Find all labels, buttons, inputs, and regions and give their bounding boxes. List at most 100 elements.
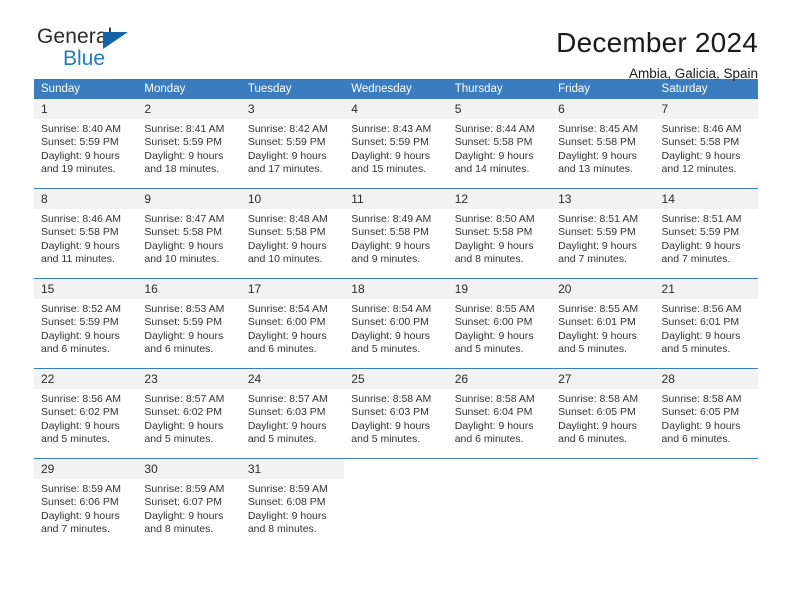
day-number: 22 — [34, 369, 138, 389]
day-number: 18 — [344, 279, 448, 299]
calendar-day-cell[interactable]: 30 Sunrise: 8:59 AM Sunset: 6:07 PM Dayligh… — [137, 458, 241, 548]
sunset-text: Sunset: 6:01 PM — [558, 316, 636, 329]
day-details: Sunrise: 8:59 AM Sunset: 6:06 PM Daylight:… — [34, 479, 137, 536]
calendar-week-row: 22 Sunrise: 8:56 AM Sunset: 6:02 PM Dayligh… — [34, 368, 758, 459]
calendar-day-cell[interactable]: 4 Sunrise: 8:43 AM Sunset: 5:59 PM Daylight… — [344, 99, 448, 189]
day-number: 13 — [551, 189, 655, 209]
day-details: Sunrise: 8:58 AM Sunset: 6:05 PM Daylight:… — [551, 389, 654, 446]
daylight-text: Daylight: 9 hours and 10 minutes. — [247, 239, 327, 265]
calendar-day-cell[interactable]: 17 Sunrise: 8:54 AM Sunset: 6:00 PM Dayligh… — [240, 278, 345, 369]
day-number: 3 — [240, 99, 345, 119]
calendar-day-cell[interactable]: 5 Sunrise: 8:44 AM Sunset: 5:58 PM Daylight… — [447, 99, 552, 189]
daylight-text: Daylight: 9 hours and 8 minutes. — [144, 509, 224, 535]
calendar-day-cell[interactable]: 11 Sunrise: 8:49 AM Sunset: 5:58 PM Dayligh… — [344, 188, 448, 279]
day-details: Sunrise: 8:58 AM Sunset: 6:05 PM Daylight:… — [655, 389, 758, 446]
sunset-text: Sunset: 6:06 PM — [41, 496, 119, 509]
weekday-header-thursday: Thursday — [447, 79, 552, 99]
daylight-text: Daylight: 9 hours and 7 minutes. — [558, 239, 637, 265]
day-number: 4 — [344, 99, 448, 119]
weekday-header-monday: Monday — [137, 79, 241, 99]
calendar-day-cell-empty — [551, 458, 655, 548]
calendar-day-cell[interactable]: 23 Sunrise: 8:57 AM Sunset: 6:02 PM Dayligh… — [137, 368, 241, 459]
daylight-text: Daylight: 9 hours and 6 minutes. — [558, 419, 637, 445]
sunrise-text: Sunrise: 8:59 AM — [144, 483, 225, 495]
daylight-text: Daylight: 9 hours and 5 minutes. — [351, 329, 431, 355]
calendar-day-cell[interactable]: 27 Sunrise: 8:58 AM Sunset: 6:05 PM Dayligh… — [551, 368, 655, 459]
day-details: Sunrise: 8:51 AM Sunset: 5:59 PM Daylight:… — [655, 209, 758, 266]
daylight-text: Daylight: 9 hours and 8 minutes. — [247, 509, 327, 535]
sunset-text: Sunset: 5:59 PM — [558, 226, 636, 239]
sunrise-text: Sunrise: 8:59 AM — [247, 483, 328, 495]
daylight-text: Daylight: 9 hours and 18 minutes. — [144, 149, 224, 175]
sunset-text: Sunset: 5:59 PM — [247, 136, 326, 149]
calendar-day-cell[interactable]: 29 Sunrise: 8:59 AM Sunset: 6:06 PM Dayligh… — [34, 458, 138, 548]
calendar-day-cell[interactable]: 10 Sunrise: 8:48 AM Sunset: 5:58 PM Dayligh… — [240, 188, 345, 279]
daylight-text: Daylight: 9 hours and 5 minutes. — [661, 329, 741, 355]
calendar-week-row: 29 Sunrise: 8:59 AM Sunset: 6:06 PM Dayligh… — [34, 458, 758, 548]
general-blue-logo[interactable]: General Blue — [34, 26, 147, 72]
sunset-text: Sunset: 5:58 PM — [661, 136, 740, 149]
calendar-day-cell[interactable]: 3 Sunrise: 8:42 AM Sunset: 5:59 PM Daylight… — [240, 99, 345, 189]
calendar-day-cell[interactable]: 6 Sunrise: 8:45 AM Sunset: 5:58 PM Daylight… — [551, 99, 655, 189]
daylight-text: Daylight: 9 hours and 7 minutes. — [41, 509, 120, 535]
sunset-text: Sunset: 5:58 PM — [454, 226, 533, 239]
sunset-text: Sunset: 5:58 PM — [144, 226, 223, 239]
sunset-text: Sunset: 5:59 PM — [41, 136, 119, 149]
calendar-day-cell[interactable]: 28 Sunrise: 8:58 AM Sunset: 6:05 PM Dayligh… — [654, 368, 758, 459]
sunrise-text: Sunrise: 8:51 AM — [661, 213, 742, 225]
sunrise-text: Sunrise: 8:58 AM — [351, 393, 432, 405]
day-details: Sunrise: 8:52 AM Sunset: 5:59 PM Daylight:… — [34, 299, 137, 356]
sunrise-text: Sunrise: 8:56 AM — [661, 303, 742, 315]
daylight-text: Daylight: 9 hours and 5 minutes. — [351, 419, 431, 445]
day-details — [448, 479, 551, 483]
sunrise-text: Sunrise: 8:53 AM — [144, 303, 225, 315]
calendar-day-cell[interactable]: 16 Sunrise: 8:53 AM Sunset: 5:59 PM Dayligh… — [137, 278, 241, 369]
calendar-day-cell[interactable]: 19 Sunrise: 8:55 AM Sunset: 6:00 PM Dayligh… — [447, 278, 552, 369]
sunrise-text: Sunrise: 8:54 AM — [247, 303, 328, 315]
sunrise-text: Sunrise: 8:48 AM — [247, 213, 328, 225]
calendar-day-cell[interactable]: 12 Sunrise: 8:50 AM Sunset: 5:58 PM Dayligh… — [447, 188, 552, 279]
day-number: 6 — [551, 99, 655, 119]
calendar-day-cell[interactable]: 25 Sunrise: 8:58 AM Sunset: 6:03 PM Dayligh… — [344, 368, 448, 459]
sunrise-text: Sunrise: 8:58 AM — [454, 393, 535, 405]
day-number: 30 — [137, 459, 241, 479]
day-details: Sunrise: 8:56 AM Sunset: 6:01 PM Daylight:… — [655, 299, 758, 356]
sunrise-text: Sunrise: 8:58 AM — [661, 393, 742, 405]
sunrise-text: Sunrise: 8:55 AM — [558, 303, 639, 315]
sunset-text: Sunset: 5:59 PM — [41, 316, 119, 329]
day-details — [551, 479, 654, 483]
calendar-day-cell[interactable]: 20 Sunrise: 8:55 AM Sunset: 6:01 PM Dayligh… — [551, 278, 655, 369]
daylight-text: Daylight: 9 hours and 9 minutes. — [351, 239, 431, 265]
calendar-day-cell[interactable]: 14 Sunrise: 8:51 AM Sunset: 5:59 PM Dayligh… — [654, 188, 758, 279]
calendar-day-cell[interactable]: 2 Sunrise: 8:41 AM Sunset: 5:59 PM Daylight… — [137, 99, 241, 189]
daylight-text: Daylight: 9 hours and 13 minutes. — [558, 149, 637, 175]
calendar-day-cell[interactable]: 9 Sunrise: 8:47 AM Sunset: 5:58 PM Daylight… — [137, 188, 241, 279]
calendar-day-cell[interactable]: 7 Sunrise: 8:46 AM Sunset: 5:58 PM Daylight… — [654, 99, 758, 189]
day-number: 15 — [34, 279, 138, 299]
calendar-day-cell[interactable]: 21 Sunrise: 8:56 AM Sunset: 6:01 PM Dayligh… — [654, 278, 758, 369]
calendar-day-cell[interactable]: 8 Sunrise: 8:46 AM Sunset: 5:58 PM Daylight… — [34, 188, 138, 279]
daylight-text: Daylight: 9 hours and 5 minutes. — [41, 419, 120, 445]
daylight-text: Daylight: 9 hours and 5 minutes. — [247, 419, 327, 445]
calendar-day-cell[interactable]: 26 Sunrise: 8:58 AM Sunset: 6:04 PM Dayligh… — [447, 368, 552, 459]
calendar-week-row: 15 Sunrise: 8:52 AM Sunset: 5:59 PM Dayligh… — [34, 278, 758, 369]
daylight-text: Daylight: 9 hours and 11 minutes. — [41, 239, 120, 265]
sunset-text: Sunset: 5:58 PM — [41, 226, 119, 239]
calendar-day-cell[interactable]: 22 Sunrise: 8:56 AM Sunset: 6:02 PM Dayligh… — [34, 368, 138, 459]
daylight-text: Daylight: 9 hours and 14 minutes. — [454, 149, 534, 175]
calendar-day-cell[interactable]: 1 Sunrise: 8:40 AM Sunset: 5:59 PM Daylight… — [34, 99, 138, 189]
calendar-day-cell[interactable]: 15 Sunrise: 8:52 AM Sunset: 5:59 PM Dayligh… — [34, 278, 138, 369]
calendar-day-cell[interactable]: 13 Sunrise: 8:51 AM Sunset: 5:59 PM Dayligh… — [551, 188, 655, 279]
day-details: Sunrise: 8:59 AM Sunset: 6:07 PM Daylight:… — [137, 479, 240, 536]
day-number: 24 — [240, 369, 345, 389]
calendar-day-cell[interactable]: 18 Sunrise: 8:54 AM Sunset: 6:00 PM Dayligh… — [344, 278, 448, 369]
sunset-text: Sunset: 5:59 PM — [351, 136, 429, 149]
calendar-day-cell[interactable]: 31 Sunrise: 8:59 AM Sunset: 6:08 PM Dayligh… — [240, 458, 345, 548]
daylight-text: Daylight: 9 hours and 5 minutes. — [144, 419, 224, 445]
sunrise-text: Sunrise: 8:51 AM — [558, 213, 639, 225]
calendar-day-cell[interactable]: 24 Sunrise: 8:57 AM Sunset: 6:03 PM Dayligh… — [240, 368, 345, 459]
sunset-text: Sunset: 6:05 PM — [558, 406, 636, 419]
day-details: Sunrise: 8:44 AM Sunset: 5:58 PM Daylight:… — [448, 119, 551, 176]
day-details: Sunrise: 8:55 AM Sunset: 6:00 PM Daylight:… — [448, 299, 551, 356]
day-number: 14 — [654, 189, 758, 209]
